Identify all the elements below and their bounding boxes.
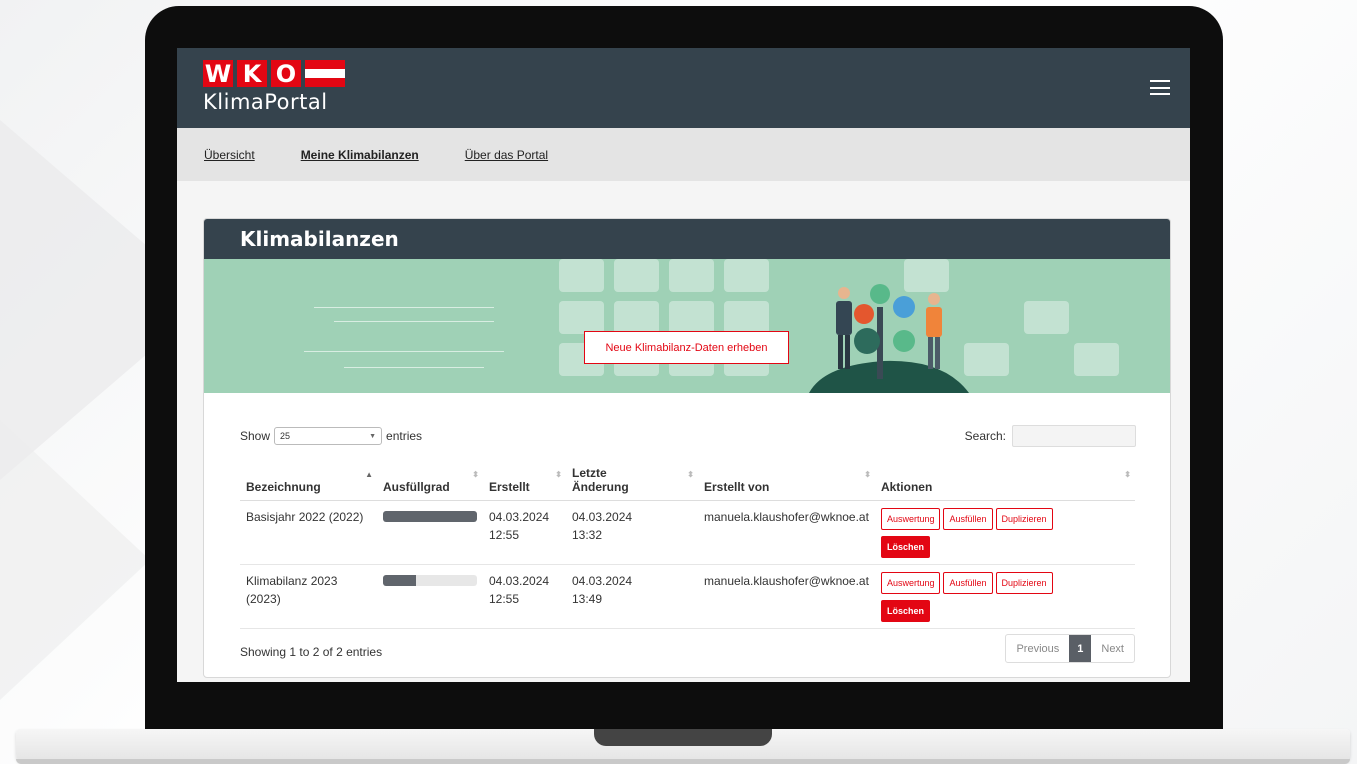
changed-time: 13:32	[572, 527, 603, 542]
column-header-aktionen[interactable]: Aktionen ⬍	[874, 456, 1135, 501]
loeschen-button[interactable]: Löschen	[880, 535, 930, 558]
previous-button[interactable]: Previous	[1006, 635, 1069, 662]
logo-letter: O	[271, 60, 301, 88]
column-header-letzte-aenderung[interactable]: Letzte Änderung ⬍	[566, 456, 698, 501]
ausfuellen-button[interactable]: Ausfüllen	[943, 507, 993, 530]
column-header-erstellt[interactable]: Erstellt ⬍	[483, 456, 566, 501]
background-shape	[0, 420, 150, 700]
cell-name: Basisjahr 2022 (2022)	[240, 500, 377, 565]
search-input[interactable]	[1012, 425, 1136, 447]
wko-logo[interactable]: W K O KlimaPortal	[203, 60, 345, 114]
created-date: 04.03.2024	[489, 573, 550, 588]
sort-icon: ⬍	[864, 470, 871, 479]
sort-icon: ⬍	[1124, 470, 1131, 479]
ausfuellen-button[interactable]: Ausfüllen	[943, 571, 993, 594]
hamburger-menu-icon[interactable]	[1150, 80, 1170, 95]
progress-bar	[383, 510, 477, 522]
column-header-erstellt-von[interactable]: Erstellt von ⬍	[698, 456, 875, 501]
main-nav: Übersicht Meine Klimabilanzen Über das P…	[177, 128, 1190, 181]
nav-item-uebersicht[interactable]: Übersicht	[204, 148, 255, 162]
klimabilanzen-card: Klimabilanzen Neue Klimabilanz-Daten erh…	[203, 218, 1171, 678]
nav-item-ueber-das-portal[interactable]: Über das Portal	[465, 148, 548, 162]
duplizieren-button[interactable]: Duplizieren	[995, 507, 1053, 530]
created-time: 12:55	[489, 591, 520, 606]
sort-icon: ⬍	[687, 470, 694, 479]
column-header-bezeichnung[interactable]: Bezeichnung ▲	[240, 456, 377, 501]
cell-name: Klimabilanz 2023 (2023)	[240, 564, 377, 629]
sort-icon: ⬍	[472, 470, 479, 479]
sort-icon: ⬍	[555, 470, 562, 479]
new-klimabilanz-button[interactable]: Neue Klimabilanz-Daten erheben	[584, 331, 789, 364]
people-tree-illustration	[809, 284, 969, 393]
table-row: Klimabilanz 2023 (2023) 04.03.2024 12:55 …	[240, 564, 1135, 629]
entries-label: entries	[386, 429, 423, 443]
page-size-value: 25	[280, 431, 291, 441]
auswertung-button[interactable]: Auswertung	[880, 571, 941, 594]
app-screen: W K O KlimaPortal Übersicht Meine Klimab…	[177, 48, 1190, 682]
logo-letter: W	[203, 59, 233, 88]
chevron-down-icon: ▼	[369, 432, 377, 440]
sort-asc-icon: ▲	[365, 470, 373, 479]
card-title: Klimabilanzen	[204, 219, 1170, 259]
changed-time: 13:49	[572, 591, 603, 606]
changed-date: 04.03.2024	[572, 573, 633, 588]
page-1-button[interactable]: 1	[1069, 635, 1092, 662]
show-label: Show	[240, 429, 271, 443]
austria-flag-icon	[305, 60, 345, 87]
pagination: Previous 1 Next	[1005, 634, 1135, 663]
created-date: 04.03.2024	[489, 509, 550, 524]
next-button[interactable]: Next	[1091, 635, 1134, 662]
auswertung-button[interactable]: Auswertung	[880, 507, 941, 530]
table-row: Basisjahr 2022 (2022) 04.03.2024 12:55 04…	[240, 500, 1135, 565]
cell-author: manuela.klaushofer@wknoe.at	[698, 564, 875, 629]
logo-letter: K	[237, 60, 267, 88]
duplizieren-button[interactable]: Duplizieren	[995, 571, 1053, 594]
app-header: W K O KlimaPortal	[177, 48, 1190, 128]
column-header-ausfuellgrad[interactable]: Ausfüllgrad ⬍	[377, 456, 483, 501]
logo-subtitle: KlimaPortal	[203, 90, 328, 114]
cell-author: manuela.klaushofer@wknoe.at	[698, 500, 875, 565]
search-label: Search:	[964, 429, 1006, 443]
loeschen-button[interactable]: Löschen	[880, 599, 930, 622]
table-header-row: Bezeichnung ▲ Ausfüllgrad ⬍ Erstellt ⬍ Letz…	[240, 456, 1135, 501]
laptop-notch	[594, 729, 772, 746]
table-info: Showing 1 to 2 of 2 entries	[240, 645, 383, 659]
nav-item-meine-klimabilanzen[interactable]: Meine Klimabilanzen	[301, 148, 419, 162]
progress-bar	[383, 574, 477, 586]
banner-illustration: Neue Klimabilanz-Daten erheben	[204, 259, 1170, 393]
klimabilanzen-table: Bezeichnung ▲ Ausfüllgrad ⬍ Erstellt ⬍ Letz…	[240, 456, 1135, 629]
table-controls: Show 25 ▼ entries Search:	[240, 424, 1136, 448]
changed-date: 04.03.2024	[572, 509, 633, 524]
page-size-select[interactable]: 25 ▼	[274, 427, 383, 445]
created-time: 12:55	[489, 527, 520, 542]
